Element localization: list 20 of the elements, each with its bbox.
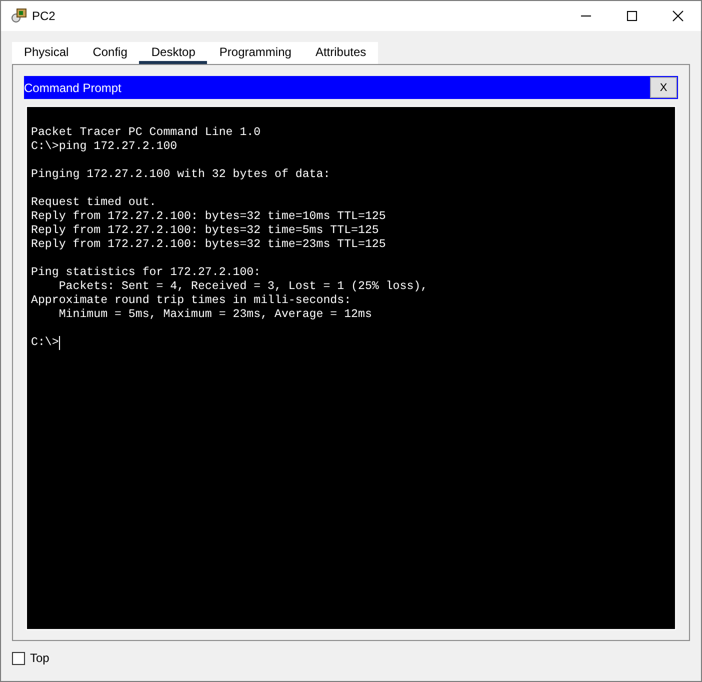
terminal-line: Reply from 172.27.2.100: bytes=32 time=10ms TTL=125: [31, 210, 387, 224]
maximize-icon[interactable]: [626, 10, 638, 22]
terminal-line: Ping statistics for 172.27.2.100:: [31, 266, 262, 280]
app-icon: [10, 7, 28, 25]
terminal-line: Reply from 172.27.2.100: bytes=32 time=23ms TTL=125: [31, 238, 387, 252]
window-title: PC2: [32, 9, 56, 23]
checkbox[interactable]: [12, 652, 25, 664]
close-icon[interactable]: [672, 10, 684, 22]
terminal-line: Reply from 172.27.2.100: bytes=32 time=5ms TTL=125: [31, 224, 380, 238]
command-prompt-title: Command Prompt: [24, 80, 122, 94]
terminal-line: Approximate round trip times in milli-seconds:: [31, 294, 352, 308]
terminal-line: Pinging 172.27.2.100 with 32 bytes of data:: [31, 168, 332, 182]
terminal-line: Packets: Sent = 4, Received = 3, Lost = 1 (25% loss),: [58, 280, 429, 294]
terminal-line: Packet Tracer PC Command Line 1.0: [31, 126, 262, 140]
terminal-line: C:\>ping 172.27.2.100: [31, 140, 178, 154]
terminal-line: Request timed out.: [31, 196, 158, 210]
terminal-line: Minimum = 5ms, Maximum = 23ms, Average = 12ms: [58, 308, 373, 322]
checkbox-label: Top: [30, 651, 50, 665]
terminal-prompt: C:\>: [31, 336, 59, 350]
close-button[interactable]: X: [650, 77, 677, 98]
